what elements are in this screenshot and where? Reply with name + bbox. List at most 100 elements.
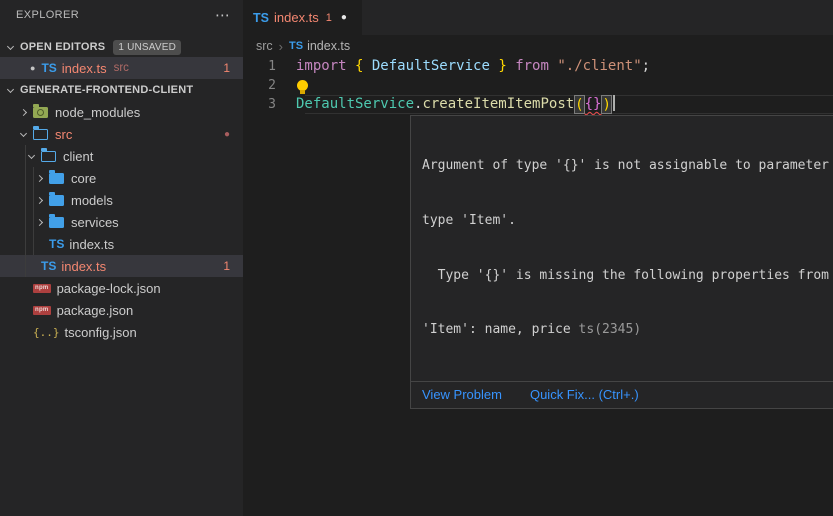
json-icon: {..} bbox=[33, 326, 60, 339]
code-line-3[interactable]: 3 DefaultService.createItemItemPost({}) bbox=[243, 95, 833, 114]
open-editors-header[interactable]: OPEN EDITORS 1 UNSAVED bbox=[0, 36, 243, 58]
token-error-argument: {} bbox=[585, 95, 602, 114]
ts-file-icon: TS bbox=[289, 40, 303, 52]
folder-icon bbox=[49, 217, 64, 228]
npm-icon: npm bbox=[33, 284, 51, 293]
token-function: createItemItemPost bbox=[422, 95, 574, 114]
chevron-down-icon bbox=[28, 151, 35, 158]
unsaved-badge: 1 UNSAVED bbox=[113, 40, 181, 55]
code-line-2[interactable]: 2 bbox=[243, 76, 833, 95]
indent-guide bbox=[33, 167, 34, 255]
more-actions-icon[interactable]: ⋯ bbox=[215, 6, 231, 24]
tree-item-node-modules[interactable]: node_modules bbox=[0, 101, 243, 123]
token-keyword: from bbox=[515, 57, 549, 76]
token-punctuation: ; bbox=[642, 57, 650, 76]
line-number: 2 bbox=[243, 76, 296, 95]
code-editor[interactable]: 1 import { DefaultService } from "./clie… bbox=[243, 57, 833, 114]
token-class: DefaultService bbox=[296, 95, 414, 114]
open-editor-item-index-ts[interactable]: ● TS index.ts src 1 bbox=[0, 57, 243, 79]
tree-item-package-lock-json[interactable]: npm package-lock.json bbox=[0, 277, 243, 299]
code-line-1[interactable]: 1 import { DefaultService } from "./clie… bbox=[243, 57, 833, 76]
open-editors-label: OPEN EDITORS bbox=[20, 41, 105, 53]
folder-open-icon bbox=[33, 129, 48, 140]
modified-dot-icon[interactable]: ● bbox=[30, 63, 35, 73]
error-hover-tooltip: Argument of type '{}' is not assignable … bbox=[410, 115, 833, 409]
tree-item-services[interactable]: services bbox=[0, 211, 243, 233]
error-message-line: Argument of type '{}' is not assignable … bbox=[422, 157, 833, 175]
tree-item-label: tsconfig.json bbox=[65, 325, 137, 340]
tree-item-label: node_modules bbox=[55, 105, 140, 120]
token-paren-matched: ( bbox=[574, 95, 584, 114]
hover-actions-bar: View Problem Quick Fix... (Ctrl+.) bbox=[411, 381, 833, 408]
tree-item-label: index.ts bbox=[69, 237, 114, 252]
tree-item-core[interactable]: core bbox=[0, 167, 243, 189]
token-brace: } bbox=[498, 57, 506, 76]
tree-item-label: models bbox=[71, 193, 113, 208]
tree-item-label: core bbox=[71, 171, 96, 186]
error-message-line: type 'Item'. bbox=[422, 212, 833, 230]
open-editor-filename: index.ts bbox=[62, 61, 107, 76]
breadcrumb-item-src[interactable]: src bbox=[256, 39, 273, 53]
tree-item-label: client bbox=[63, 149, 93, 164]
token-space bbox=[549, 57, 557, 76]
vscode-window: { "colors": { "editor_bg": "#1e1e1e", "s… bbox=[0, 0, 833, 516]
tree-item-models[interactable]: models bbox=[0, 189, 243, 211]
token-paren-matched: ) bbox=[601, 95, 611, 114]
tree-item-client[interactable]: client bbox=[0, 145, 243, 167]
error-count-badge: 1 bbox=[223, 259, 230, 273]
explorer-sidebar: EXPLORER ⋯ OPEN EDITORS 1 UNSAVED ● TS i… bbox=[0, 0, 243, 516]
tab-error-count: 1 bbox=[326, 12, 332, 24]
error-dot-badge: ● bbox=[224, 129, 230, 140]
ts-file-icon: TS bbox=[253, 11, 269, 25]
line-number: 3 bbox=[243, 95, 296, 114]
ts-file-icon: TS bbox=[41, 259, 56, 273]
tree-item-label: package-lock.json bbox=[57, 281, 161, 296]
indent-guide bbox=[25, 145, 26, 277]
token-identifier: DefaultService bbox=[363, 57, 498, 76]
lightbulb-icon[interactable] bbox=[297, 80, 308, 91]
tab-bar: TS index.ts 1 ● bbox=[243, 0, 833, 35]
error-count-badge: 1 bbox=[223, 61, 230, 75]
quick-fix-link[interactable]: Quick Fix... (Ctrl+.) bbox=[530, 387, 639, 402]
error-message: Argument of type '{}' is not assignable … bbox=[411, 116, 833, 381]
tab-label: index.ts bbox=[274, 10, 319, 25]
breadcrumb-item-file[interactable]: index.ts bbox=[307, 39, 350, 53]
tree-item-label: services bbox=[71, 215, 119, 230]
error-message-line: Type '{}' is missing the following prope… bbox=[422, 267, 833, 285]
folder-icon bbox=[49, 195, 64, 206]
tree-item-label: src bbox=[55, 127, 72, 142]
chevron-right-icon bbox=[36, 196, 43, 203]
tree-item-tsconfig-json[interactable]: {..} tsconfig.json bbox=[0, 321, 243, 343]
error-message-line: 'Item': name, price ts(2345) bbox=[422, 321, 833, 339]
tree-item-label: index.ts bbox=[61, 259, 106, 274]
token-punctuation: . bbox=[414, 95, 422, 114]
node-modules-folder-icon bbox=[33, 107, 48, 118]
folder-open-icon bbox=[41, 151, 56, 162]
view-problem-link[interactable]: View Problem bbox=[422, 387, 502, 402]
tab-modified-dot-icon[interactable]: ● bbox=[341, 12, 347, 23]
npm-icon: npm bbox=[33, 306, 51, 315]
project-root-header[interactable]: GENERATE-FRONTEND-CLIENT bbox=[0, 79, 243, 101]
breadcrumb-separator-icon: › bbox=[279, 39, 283, 54]
error-message-text: 'Item': name, price bbox=[422, 322, 579, 337]
token-space bbox=[347, 57, 355, 76]
ts-file-icon: TS bbox=[49, 237, 64, 251]
chevron-down-icon bbox=[20, 129, 27, 136]
chevron-right-icon bbox=[20, 108, 27, 115]
tree-item-label: package.json bbox=[57, 303, 134, 318]
line-number: 1 bbox=[243, 57, 296, 76]
tab-index-ts[interactable]: TS index.ts 1 ● bbox=[243, 0, 362, 35]
text-cursor bbox=[613, 95, 615, 111]
token-string: "./client" bbox=[557, 57, 641, 76]
sidebar-title: EXPLORER bbox=[16, 9, 79, 21]
tree-item-client-index-ts[interactable]: TS index.ts bbox=[0, 233, 243, 255]
tree-item-src-index-ts[interactable]: TS index.ts 1 bbox=[0, 255, 243, 277]
chevron-down-icon bbox=[7, 42, 14, 49]
ts-file-icon: TS bbox=[41, 61, 56, 75]
tree-item-src[interactable]: src ● bbox=[0, 123, 243, 145]
chevron-right-icon bbox=[36, 218, 43, 225]
tree-item-package-json[interactable]: npm package.json bbox=[0, 299, 243, 321]
token-keyword: import bbox=[296, 57, 347, 76]
project-root-label: GENERATE-FRONTEND-CLIENT bbox=[20, 84, 193, 96]
breadcrumb: src › TS index.ts bbox=[243, 35, 350, 57]
